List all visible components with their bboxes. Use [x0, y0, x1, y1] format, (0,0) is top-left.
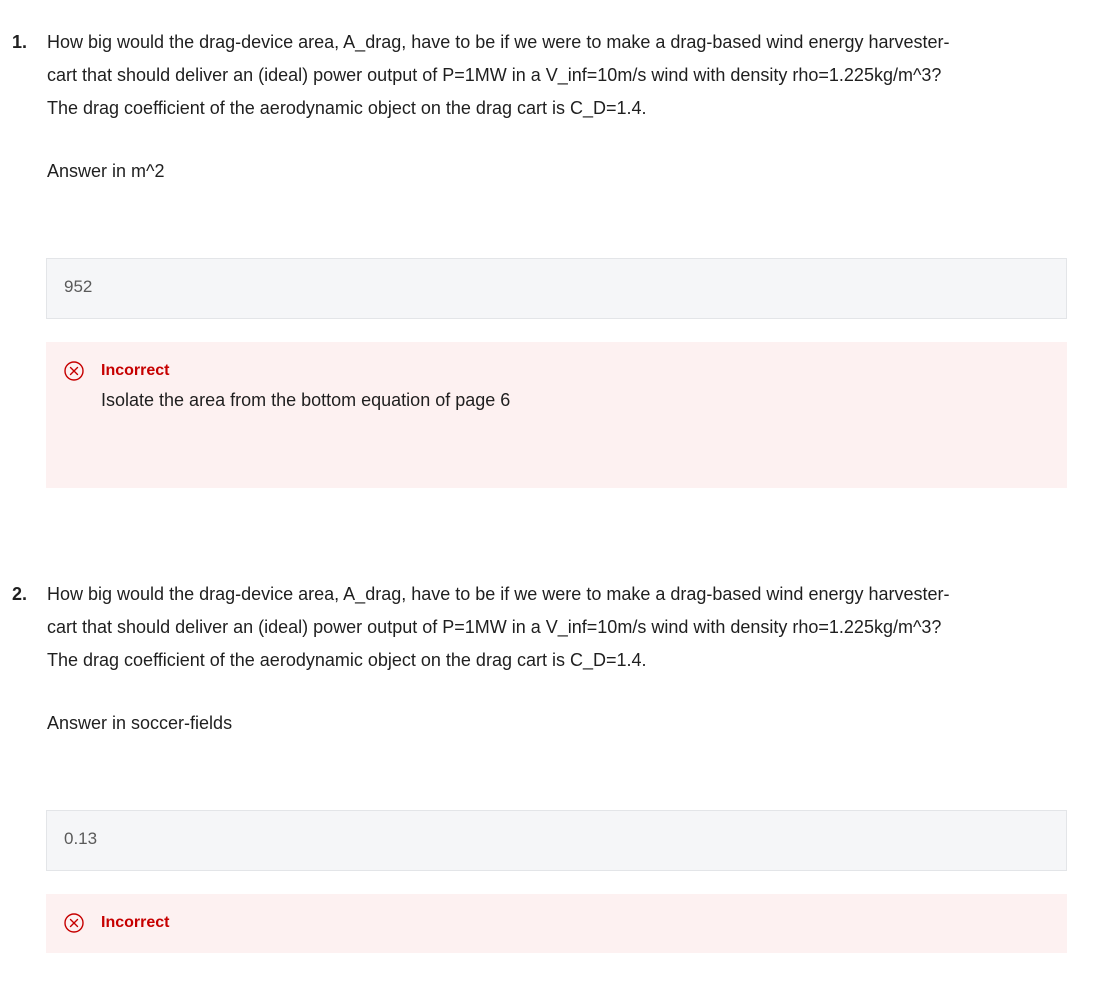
feedback-panel: Incorrect: [46, 894, 1067, 953]
feedback-panel: Incorrect Isolate the area from the bott…: [46, 342, 1067, 488]
question-number: 2.: [12, 584, 28, 604]
feedback-message: Isolate the area from the bottom equatio…: [101, 390, 511, 410]
question-1: 1. How big would the drag-device area, A…: [0, 22, 1095, 488]
feedback-status: Incorrect: [101, 914, 170, 931]
feedback-status: Incorrect: [101, 362, 170, 379]
question-text: How big would the drag-device area, A_dr…: [47, 574, 1065, 677]
question-text-line: The drag coefficient of the aerodynamic …: [47, 98, 647, 118]
question-text-line: cart that should deliver an (ideal) powe…: [47, 65, 942, 85]
answer-input[interactable]: [64, 277, 964, 297]
question-text-line: The drag coefficient of the aerodynamic …: [47, 650, 647, 670]
close-circle-icon: [64, 361, 84, 381]
question-text-line: How big would the drag-device area, A_dr…: [47, 584, 950, 604]
unit-prompt: Answer in soccer-fields: [47, 713, 233, 733]
unit-prompt: Answer in m^2: [47, 161, 165, 181]
answer-field[interactable]: [46, 810, 1067, 871]
close-circle-icon: [64, 913, 84, 933]
question-2: 2. How big would the drag-device area, A…: [0, 574, 1095, 953]
question-number: 1.: [12, 32, 28, 52]
question-prompt: 1. How big would the drag-device area, A…: [0, 22, 1095, 125]
question-text-line: How big would the drag-device area, A_dr…: [47, 32, 950, 52]
question-prompt: 2. How big would the drag-device area, A…: [0, 574, 1095, 677]
answer-input[interactable]: [64, 829, 964, 849]
answer-field[interactable]: [46, 258, 1067, 319]
question-text: How big would the drag-device area, A_dr…: [47, 22, 1065, 125]
question-text-line: cart that should deliver an (ideal) powe…: [47, 617, 942, 637]
